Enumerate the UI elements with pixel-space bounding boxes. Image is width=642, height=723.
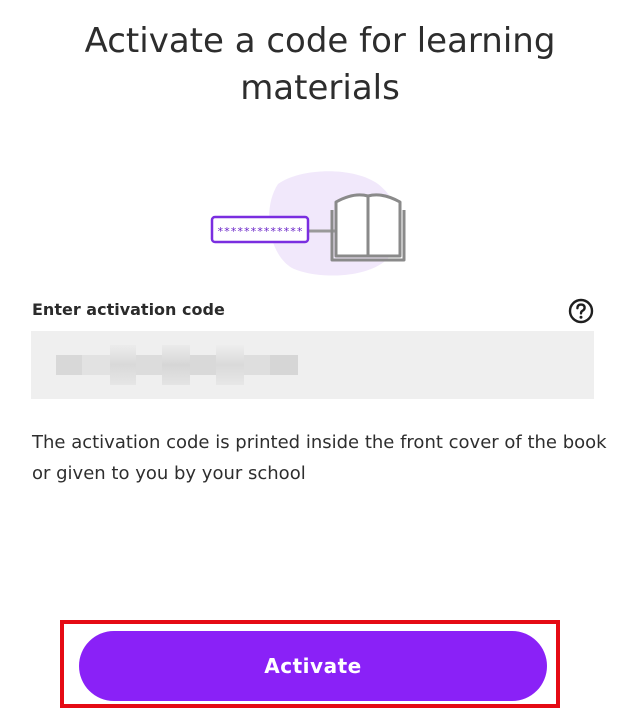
activation-code-hint: The activation code is printed inside th… (32, 432, 607, 484)
activation-code-label: Enter activation code (32, 300, 225, 319)
code-box-text: ************* (217, 225, 303, 238)
activation-code-field-header: Enter activation code (32, 296, 594, 324)
book-icon (330, 193, 406, 262)
question-circle-icon[interactable] (568, 298, 594, 324)
activation-illustration: ************* (210, 171, 406, 276)
activate-button[interactable]: Activate (79, 631, 547, 701)
activation-code-input[interactable] (31, 331, 594, 399)
page-title: Activate a code for learning materials (84, 21, 556, 108)
